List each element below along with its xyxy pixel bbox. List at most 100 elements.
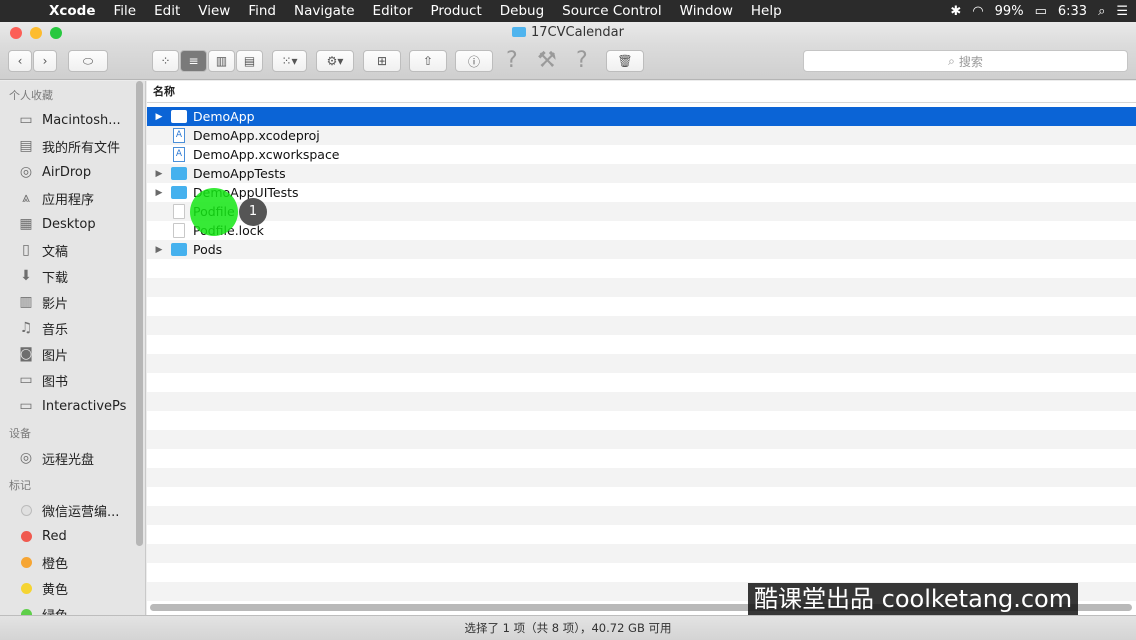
file-row[interactable]: Podfile	[147, 202, 1136, 221]
disclosure-triangle-icon[interactable]: ▶	[147, 112, 171, 122]
camera-icon: ◙	[19, 346, 33, 362]
sidebar-item-downloads[interactable]: ⬇ 下载	[0, 263, 145, 289]
share-button[interactable]: ⇧	[409, 50, 447, 72]
info-button[interactable]: ⓘ	[455, 50, 493, 72]
sidebar-item-all-files[interactable]: ▤ 我的所有文件	[0, 133, 145, 159]
tags-button[interactable]: ⬭	[68, 50, 108, 72]
menu-file[interactable]: File	[105, 3, 146, 19]
action-button[interactable]: ⚙▾	[316, 50, 354, 72]
disc-icon: ◎	[19, 450, 33, 466]
sidebar-tag-green[interactable]: 绿色	[0, 601, 145, 615]
tag-dot-icon	[20, 530, 32, 542]
help-icon[interactable]: ?	[506, 48, 518, 73]
battery-icon[interactable]: ▭	[1035, 4, 1047, 19]
music-note-icon: ♫	[19, 320, 33, 336]
sidebar-tag-red[interactable]: Red	[0, 523, 145, 549]
wifi-icon[interactable]: ◠	[972, 4, 983, 19]
sidebar-item-movies[interactable]: ▥ 影片	[0, 289, 145, 315]
window-title: 17CVCalendar	[0, 25, 1136, 40]
gear-icon: ⚙▾	[326, 54, 344, 68]
new-folder-button[interactable]: ⊞	[363, 50, 401, 72]
disclosure-triangle-icon[interactable]: ▶	[147, 245, 171, 255]
menu-source-control[interactable]: Source Control	[553, 3, 670, 19]
search-field[interactable]: ⌕ 搜索	[803, 50, 1128, 72]
arrange-icon: ⁙▾	[281, 54, 298, 68]
menu-help[interactable]: Help	[742, 3, 791, 19]
folder-icon: ▭	[19, 372, 33, 388]
icon-view-button[interactable]: ⁘	[152, 50, 179, 72]
sidebar-item-airdrop[interactable]: ◎ AirDrop	[0, 159, 145, 185]
notification-center-icon[interactable]: ☰	[1116, 4, 1128, 19]
folder-icon	[171, 110, 187, 123]
file-row[interactable]: ▶ DemoAppUITests	[147, 183, 1136, 202]
xcode-file-icon: A	[173, 147, 185, 162]
trash-button[interactable]: 🗑	[606, 50, 644, 72]
all-files-icon: ▤	[19, 138, 33, 154]
xcode-file-icon: A	[173, 128, 185, 143]
menu-navigate[interactable]: Navigate	[285, 3, 364, 19]
grid-icon: ⁘	[160, 54, 171, 68]
spotlight-icon[interactable]: ⌕	[1098, 4, 1105, 19]
sidebar-scrollbar[interactable]	[136, 81, 143, 546]
back-button[interactable]: ‹	[8, 50, 32, 72]
column-header-name[interactable]: 名称	[147, 81, 1136, 103]
file-row[interactable]: ▶ DemoAppTests	[147, 164, 1136, 183]
menu-product[interactable]: Product	[422, 3, 491, 19]
sidebar-header-favorites: 个人收藏	[9, 89, 53, 102]
menu-edit[interactable]: Edit	[145, 3, 189, 19]
sidebar-item-remote-disc[interactable]: ◎ 远程光盘	[0, 445, 145, 471]
list-icon: ≡	[188, 54, 199, 68]
file-row[interactable]: A DemoApp.xcworkspace	[147, 145, 1136, 164]
menu-debug[interactable]: Debug	[491, 3, 553, 19]
cover-flow-button[interactable]: ▤	[236, 50, 263, 72]
sidebar-item-macintosh[interactable]: ▭ Macintosh...	[0, 107, 145, 133]
tag-icon: ⬭	[82, 53, 94, 68]
sidebar-item-applications[interactable]: ⩓ 应用程序	[0, 185, 145, 211]
help-icon-2[interactable]: ?	[576, 48, 588, 73]
sidebar-item-interactiveps[interactable]: ▭ InteractivePs	[0, 393, 145, 419]
column-view-button[interactable]: ▥	[208, 50, 235, 72]
menu-find[interactable]: Find	[239, 3, 285, 19]
sidebar-item-books[interactable]: ▭ 图书	[0, 367, 145, 393]
disclosure-triangle-icon[interactable]: ▶	[147, 169, 171, 179]
bluetooth-icon[interactable]: ✱	[950, 4, 961, 19]
empty-row	[147, 297, 1136, 316]
folder-icon	[171, 186, 187, 199]
file-row[interactable]: ▶ Pods	[147, 240, 1136, 259]
list-view-button[interactable]: ≡	[180, 50, 207, 72]
sidebar-tag-orange[interactable]: 橙色	[0, 549, 145, 575]
menu-app[interactable]: Xcode	[40, 3, 105, 19]
info-icon: ⓘ	[467, 54, 480, 69]
empty-row	[147, 411, 1136, 430]
disclosure-triangle-icon[interactable]: ▶	[147, 188, 171, 198]
sidebar-tag-wechat[interactable]: 微信运营编...	[0, 497, 145, 523]
file-row[interactable]: Podfile.lock	[147, 221, 1136, 240]
sidebar-item-music[interactable]: ♫ 音乐	[0, 315, 145, 341]
sidebar-tag-yellow[interactable]: 黄色	[0, 575, 145, 601]
sidebar-item-documents[interactable]: ▯ 文稿	[0, 237, 145, 263]
arrange-button[interactable]: ⁙▾	[272, 50, 307, 72]
menu-view[interactable]: View	[189, 3, 239, 19]
file-row[interactable]: ▶ DemoApp	[147, 107, 1136, 126]
window-titlebar: 17CVCalendar	[0, 22, 1136, 44]
file-name: DemoApp	[193, 109, 255, 124]
empty-row	[147, 259, 1136, 278]
empty-row	[147, 525, 1136, 544]
sidebar-item-desktop[interactable]: ▦ Desktop	[0, 211, 145, 237]
film-icon: ▥	[19, 294, 33, 310]
file-row[interactable]: A DemoApp.xcodeproj	[147, 126, 1136, 145]
menu-editor[interactable]: Editor	[364, 3, 422, 19]
desktop-icon: ▦	[19, 216, 33, 232]
sidebar: 个人收藏 ▭ Macintosh... ▤ 我的所有文件 ◎ AirDrop ⩓ 应用程…	[0, 81, 146, 615]
menu-window[interactable]: Window	[671, 3, 742, 19]
file-list: 名称 ▶ DemoApp A DemoApp.xcodeproj A DemoApp.xc…	[147, 81, 1136, 615]
folder-icon: ▭	[19, 398, 33, 414]
file-rows: ▶ DemoApp A DemoApp.xcodeproj A DemoApp.xcwor…	[147, 107, 1136, 601]
xcode-hammer-icon[interactable]: ⚒	[537, 48, 557, 73]
forward-button[interactable]: ›	[33, 50, 57, 72]
clock[interactable]: 6:33	[1058, 4, 1087, 19]
click-highlight	[190, 188, 238, 236]
sidebar-item-pictures[interactable]: ◙ 图片	[0, 341, 145, 367]
document-icon: ▯	[22, 242, 30, 258]
menu-extras: ✱ ◠ 99% ▭ 6:33 ⌕ ☰	[950, 0, 1128, 22]
